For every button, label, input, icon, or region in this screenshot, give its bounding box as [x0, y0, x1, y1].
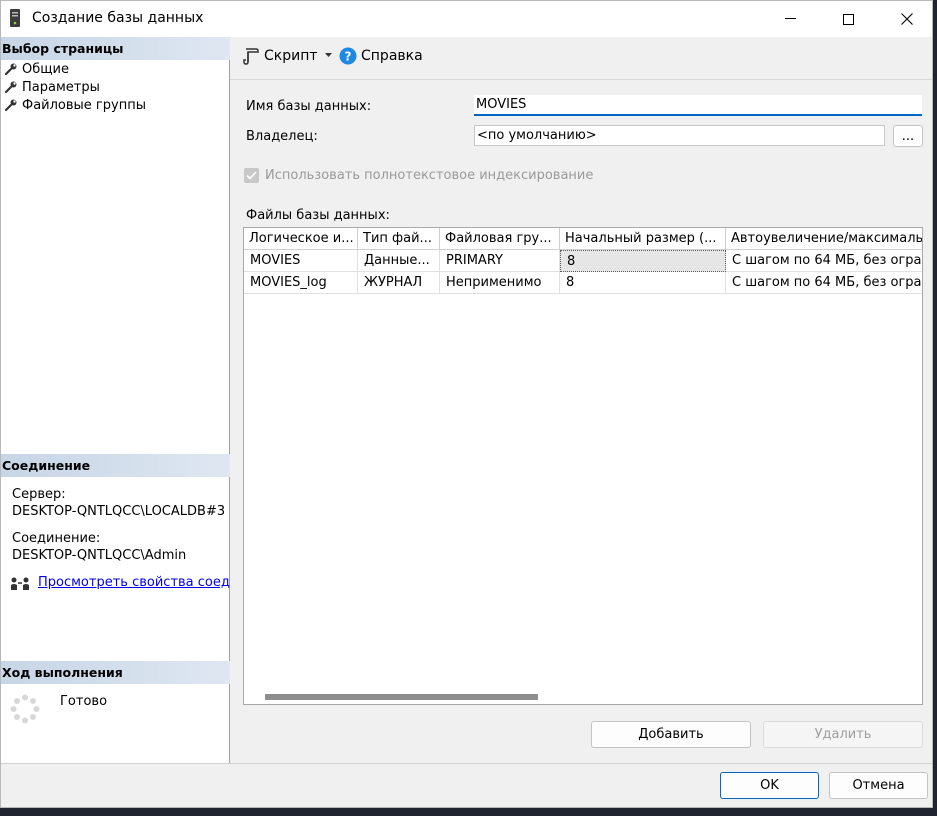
left-pane: Выбор страницы Общие Параметры Файловые …	[1, 37, 238, 763]
cell-logical-name[interactable]: MOVIES_log	[244, 272, 358, 294]
title-bar[interactable]: Создание базы данных	[1, 1, 932, 37]
fulltext-label: Использовать полнотекстовое индексирован…	[265, 168, 594, 183]
view-connection-properties-link[interactable]: Просмотреть свойства соеди	[38, 575, 238, 590]
toolbar: Скрипт ? Справка	[230, 37, 932, 80]
owner-browse-button[interactable]: ...	[893, 125, 923, 147]
wrench-icon	[4, 81, 17, 94]
ok-button[interactable]: OK	[720, 772, 819, 799]
right-pane: Скрипт ? Справка Имя базы данных: MOVIES…	[230, 37, 932, 763]
cell-logical-name[interactable]: MOVIES	[244, 250, 358, 272]
minimize-icon	[784, 18, 796, 19]
cell-filegroup[interactable]: PRIMARY	[440, 250, 560, 272]
column-header-initial-size[interactable]: Начальный размер (...	[560, 228, 726, 250]
cell-initial-size[interactable]: 8	[560, 250, 726, 272]
script-label: Скрипт	[264, 48, 318, 64]
cell-autogrowth[interactable]: С шагом по 64 МБ, без огран	[726, 272, 922, 294]
horizontal-scrollbar[interactable]	[265, 694, 538, 700]
page-item-general[interactable]: Общие	[4, 60, 69, 78]
files-label: Файлы базы данных:	[246, 208, 390, 223]
cell-file-type[interactable]: ЖУРНАЛ	[358, 272, 440, 294]
page-item-label: Файловые группы	[22, 97, 146, 113]
close-icon	[901, 13, 913, 25]
connection-label: Соединение:	[12, 531, 101, 546]
maximize-icon	[842, 13, 854, 25]
column-header-autogrowth[interactable]: Автоувеличение/максимальн	[726, 228, 922, 250]
help-icon: ?	[339, 47, 357, 65]
cell-autogrowth[interactable]: С шагом по 64 МБ, без огран	[726, 250, 922, 272]
server-icon	[10, 9, 20, 27]
fulltext-checkbox[interactable]	[244, 168, 259, 183]
close-button[interactable]	[884, 1, 930, 37]
wrench-icon	[4, 63, 17, 76]
add-button[interactable]: Добавить	[591, 721, 751, 748]
database-files-grid[interactable]: Логическое и... Тип фай... Файловая гру.…	[243, 227, 923, 705]
cancel-button[interactable]: Отмена	[829, 772, 928, 799]
page-select-header: Выбор страницы	[1, 37, 230, 60]
help-button[interactable]: ? Справка	[339, 43, 423, 69]
cell-filegroup[interactable]: Неприменимо	[440, 272, 560, 294]
column-header-file-type[interactable]: Тип фай...	[358, 228, 440, 250]
progress-header: Ход выполнения	[1, 661, 230, 684]
owner-label: Владелец:	[246, 129, 318, 144]
dialog-footer: OK Отмена	[1, 763, 932, 807]
db-name-input[interactable]: MOVIES	[474, 95, 922, 116]
cell-file-type[interactable]: Данные...	[358, 250, 440, 272]
server-value: DESKTOP-QNTLQCC\LOCALDB#3	[12, 504, 226, 519]
page-item-label: Общие	[22, 61, 69, 77]
help-label: Справка	[361, 48, 423, 64]
table-row[interactable]: MOVIES Данные... PRIMARY 8 С шагом по 64…	[244, 250, 922, 272]
remove-button[interactable]: Удалить	[763, 721, 923, 748]
connection-value: DESKTOP-QNTLQCC\Admin	[12, 548, 187, 563]
server-label: Сервер:	[12, 487, 66, 502]
chevron-down-icon[interactable]	[325, 53, 332, 58]
svg-text:?: ?	[345, 50, 352, 64]
page-item-parameters[interactable]: Параметры	[4, 78, 100, 96]
progress-status: Готово	[60, 694, 108, 709]
owner-input[interactable]: <по умолчанию>	[474, 125, 885, 146]
table-row[interactable]: MOVIES_log ЖУРНАЛ Неприменимо 8 С шагом …	[244, 272, 922, 294]
script-button[interactable]: Скрипт	[242, 43, 318, 69]
checkmark-icon	[246, 171, 257, 180]
column-header-logical-name[interactable]: Логическое и...	[244, 228, 358, 250]
column-header-filegroup[interactable]: Файловая гру...	[440, 228, 560, 250]
page-item-filegroups[interactable]: Файловые группы	[4, 96, 146, 114]
connection-properties-icon	[11, 577, 29, 590]
cell-initial-size[interactable]: 8	[560, 272, 726, 294]
page-item-label: Параметры	[22, 79, 100, 95]
db-name-label: Имя базы данных:	[246, 99, 372, 114]
create-database-dialog: Создание базы данных Выбор страницы Общи…	[0, 0, 933, 808]
script-icon	[243, 48, 259, 65]
window-title: Создание базы данных	[32, 10, 204, 26]
progress-spinner-icon	[10, 694, 40, 724]
maximize-button[interactable]	[825, 1, 871, 37]
wrench-icon	[4, 99, 17, 112]
minimize-button[interactable]	[767, 1, 813, 37]
general-page: Имя базы данных: MOVIES Владелец: <по ум…	[230, 80, 932, 763]
connection-header: Соединение	[1, 454, 230, 477]
grid-header-row: Логическое и... Тип фай... Файловая гру.…	[244, 228, 922, 250]
